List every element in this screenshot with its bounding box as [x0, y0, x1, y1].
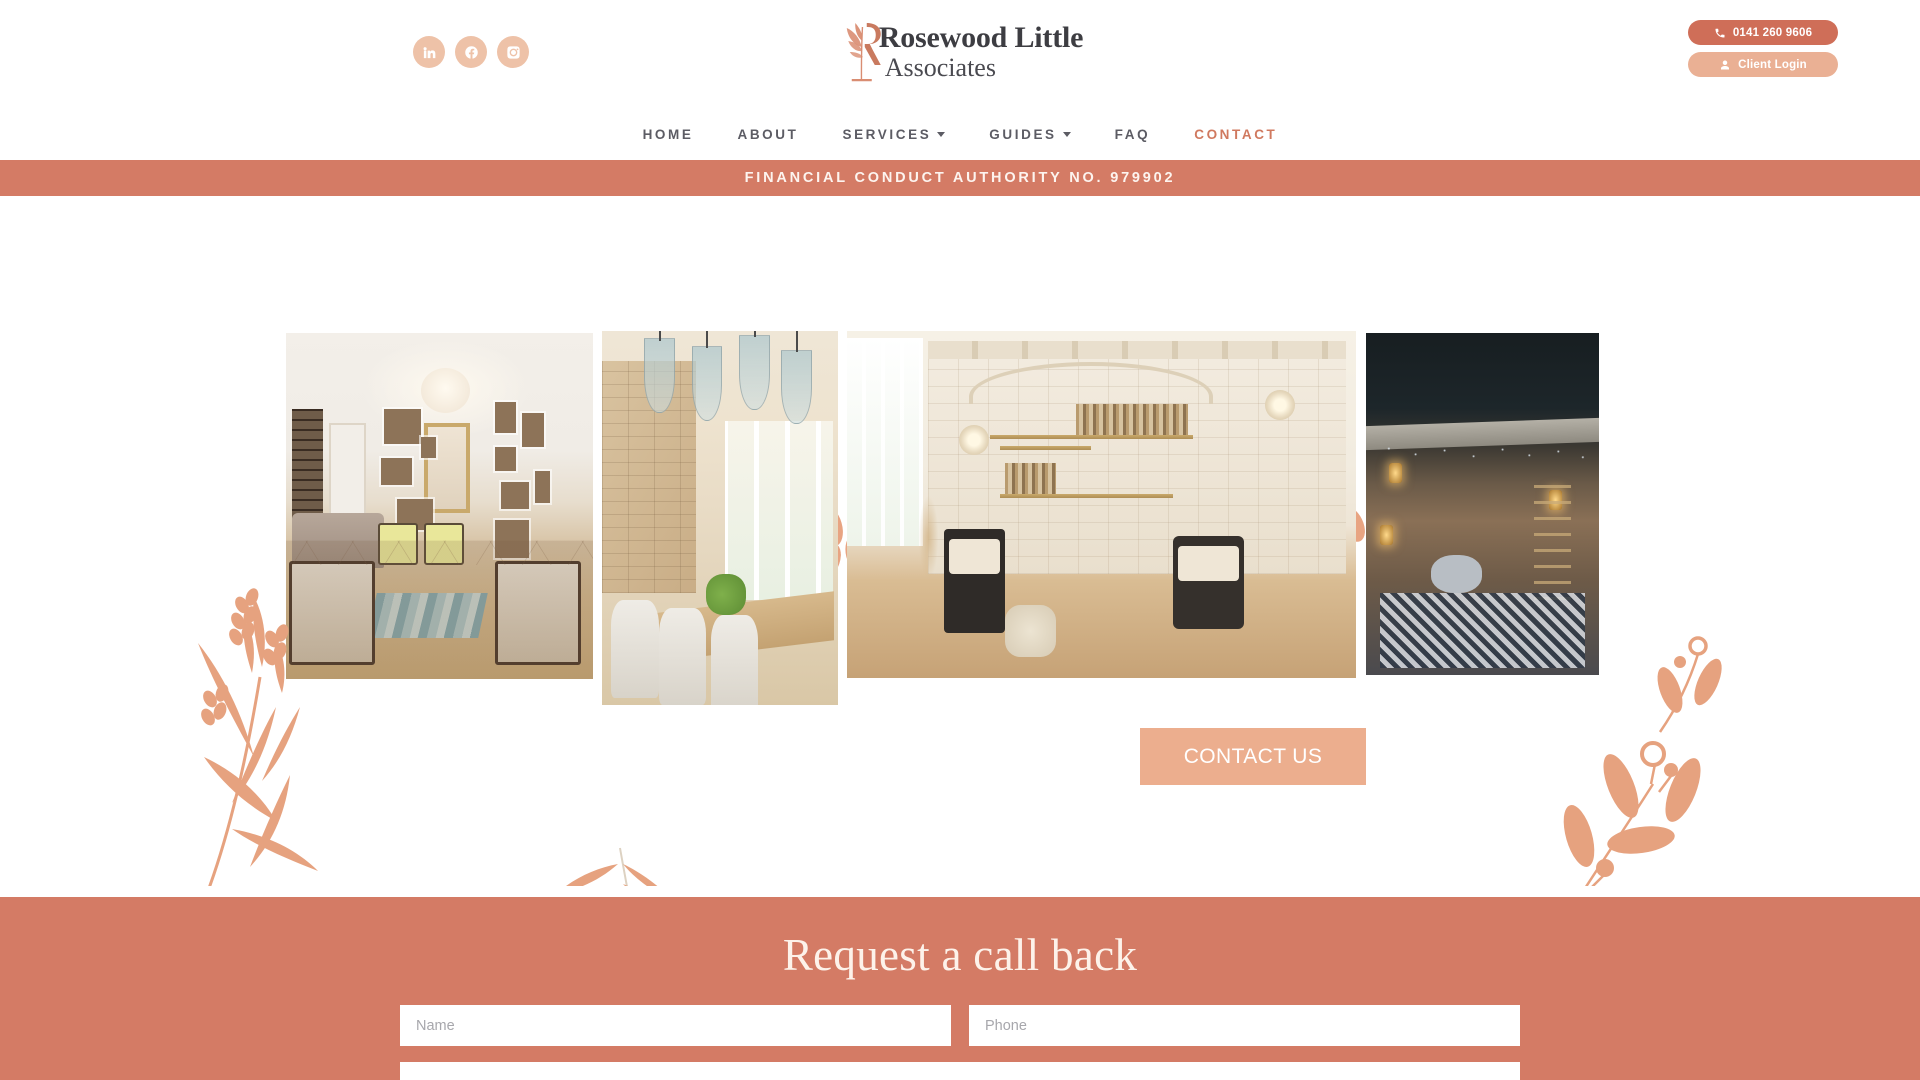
nav-label: GUIDES — [989, 126, 1057, 142]
contact-us-button-label: CONTACT US — [1183, 744, 1323, 768]
top-bar: Rosewood Little Associates 0141 260 9606… — [0, 0, 1920, 108]
nav-label: ABOUT — [737, 126, 799, 142]
main-navigation: HOME ABOUT SERVICES GUIDES FAQ CONTACT — [0, 108, 1920, 160]
gallery-image-living-room[interactable] — [286, 333, 593, 679]
hero-section: CONTACT US — [0, 196, 1920, 886]
botanical-sprig-right-small-icon — [1640, 636, 1730, 756]
header-actions: 0141 260 9606 Client Login — [1688, 20, 1838, 77]
contact-us-button[interactable]: CONTACT US — [1140, 728, 1366, 785]
user-icon — [1721, 60, 1730, 69]
request-callback-section: Request a call back — [0, 897, 1920, 1080]
gallery-image-brick-lounge[interactable] — [847, 331, 1356, 678]
nav-label: SERVICES — [842, 126, 932, 142]
message-input[interactable] — [400, 1062, 1520, 1080]
nav-item-services[interactable]: SERVICES — [820, 127, 967, 142]
botanical-sprig-right-icon — [1545, 726, 1735, 886]
nav-label: CONTACT — [1194, 126, 1278, 142]
instagram-icon-button[interactable] — [497, 36, 529, 68]
client-login-button[interactable]: Client Login — [1688, 52, 1838, 77]
nav-label: HOME — [642, 126, 694, 142]
logo-secondary-text: Associates — [884, 53, 996, 82]
phone-button[interactable]: 0141 260 9606 — [1688, 20, 1838, 45]
phone-icon — [1715, 28, 1725, 37]
phone-button-label: 0141 260 9606 — [1732, 26, 1813, 39]
facebook-icon — [464, 45, 478, 59]
botanical-hanging-frond-icon — [528, 844, 748, 886]
instagram-icon — [506, 45, 520, 59]
fca-banner-text: FINANCIAL CONDUCT AUTHORITY NO. 979902 — [744, 170, 1176, 186]
rosewood-leaf-mark-icon — [837, 17, 883, 83]
social-links — [413, 36, 529, 68]
hero-image-gallery — [286, 331, 1599, 705]
gallery-image-evening-terrace[interactable] — [1366, 333, 1599, 675]
nav-item-about[interactable]: ABOUT — [715, 127, 820, 142]
gallery-image-dining-room[interactable] — [602, 331, 838, 705]
callback-form-row — [400, 1005, 1520, 1046]
callback-heading: Request a call back — [782, 930, 1138, 980]
chevron-down-icon — [937, 131, 946, 137]
nav-label: FAQ — [1114, 126, 1151, 142]
chevron-down-icon — [1062, 131, 1071, 137]
client-login-label: Client Login — [1738, 58, 1807, 71]
nav-item-guides[interactable]: GUIDES — [967, 127, 1092, 142]
logo-primary-text: Rosewood Little — [878, 21, 1084, 54]
phone-input[interactable] — [969, 1005, 1520, 1046]
name-input[interactable] — [400, 1005, 951, 1046]
nav-item-home[interactable]: HOME — [621, 127, 716, 142]
fca-banner: FINANCIAL CONDUCT AUTHORITY NO. 979902 — [0, 160, 1920, 196]
nav-item-faq[interactable]: FAQ — [1093, 127, 1173, 142]
linkedin-icon — [423, 46, 435, 58]
nav-item-contact[interactable]: CONTACT — [1172, 127, 1299, 142]
linkedin-icon-button[interactable] — [413, 36, 445, 68]
site-logo[interactable]: Rosewood Little Associates — [837, 17, 1083, 87]
contact-page: Rosewood Little Associates 0141 260 9606… — [0, 0, 1920, 1080]
facebook-icon-button[interactable] — [455, 36, 487, 68]
